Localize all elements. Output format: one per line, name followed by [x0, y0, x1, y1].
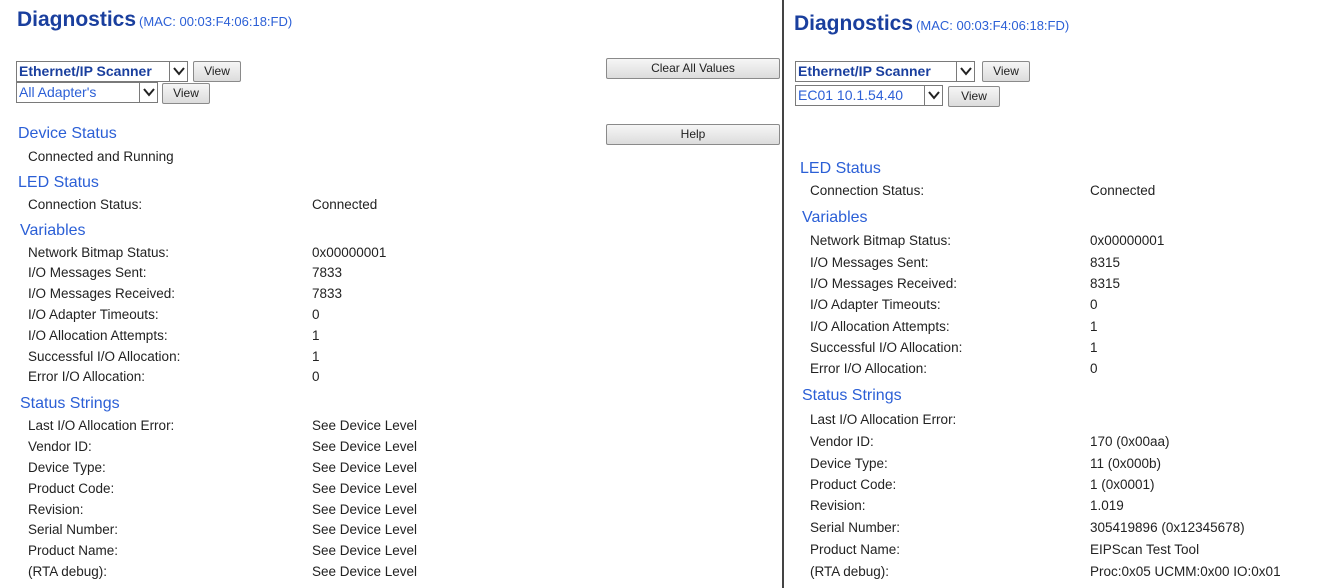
adapter-select[interactable]: EC01 10.1.54.40 — [795, 85, 943, 106]
scanner-view-button[interactable]: View — [982, 61, 1030, 82]
field-label: Revision: — [28, 502, 84, 517]
adapter-select[interactable]: All Adapter's — [16, 82, 158, 103]
field-label: Successful I/O Allocation: — [28, 349, 181, 364]
title-text: Diagnostics — [17, 8, 137, 31]
adapter-view-button[interactable]: View — [162, 83, 210, 104]
field-value: 1 — [1090, 319, 1098, 334]
mac-address: (MAC: 00:03:F4:06:18:FD) — [139, 14, 293, 29]
field-value: 1 — [1090, 340, 1098, 355]
field-label: Product Code: — [810, 477, 897, 492]
field-label: Last I/O Allocation Error: — [810, 412, 957, 427]
field-label: Serial Number: — [28, 522, 119, 537]
field-value: 0 — [312, 307, 320, 322]
field-value: 1.019 — [1090, 498, 1124, 513]
field-label: Vendor ID: — [810, 434, 874, 449]
field-label: Connection Status: — [810, 183, 925, 198]
field-value: 1 (0x0001) — [1090, 477, 1155, 492]
page-title: Diagnostics (MAC: 00:03:F4:06:18:FD) — [17, 8, 292, 32]
field-value: 7833 — [312, 265, 343, 280]
field-label: I/O Adapter Timeouts: — [28, 307, 159, 322]
field-label: Network Bitmap Status: — [28, 245, 170, 260]
field-value: See Device Level — [312, 522, 418, 537]
chevron-down-icon[interactable] — [139, 83, 157, 102]
help-button[interactable]: Help — [606, 124, 780, 145]
scanner-select[interactable]: Ethernet/IP Scanner — [16, 61, 188, 82]
field-value: 0x00000001 — [1090, 233, 1165, 248]
field-label: Device Type: — [810, 456, 888, 471]
field-label: Network Bitmap Status: — [810, 233, 952, 248]
field-label: I/O Allocation Attempts: — [810, 319, 950, 334]
field-value: 8315 — [1090, 276, 1121, 291]
field-label: I/O Messages Received: — [810, 276, 958, 291]
left-diagnostics-panel: Diagnostics (MAC: 00:03:F4:06:18:FD) Ethe… — [0, 0, 784, 588]
page-title: Diagnostics (MAC: 00:03:F4:06:18:FD) — [794, 12, 1069, 36]
adapter-select-value: EC01 10.1.54.40 — [798, 87, 904, 103]
field-label: Revision: — [810, 498, 866, 513]
adapter-view-button[interactable]: View — [948, 86, 1000, 107]
scanner-view-button[interactable]: View — [193, 61, 241, 82]
field-value: 7833 — [312, 286, 343, 301]
scanner-select[interactable]: Ethernet/IP Scanner — [795, 61, 975, 82]
clear-all-values-button[interactable]: Clear All Values — [606, 58, 780, 79]
field-label: Product Code: — [28, 481, 115, 496]
field-label: Connection Status: — [28, 197, 143, 212]
scanner-select-value: Ethernet/IP Scanner — [798, 63, 931, 79]
field-value: 1 — [312, 349, 320, 364]
field-value: See Device Level — [312, 502, 418, 517]
field-value: 11 (0x000b) — [1090, 456, 1162, 471]
right-diagnostics-panel: Diagnostics (MAC: 00:03:F4:06:18:FD) Ethe… — [788, 0, 1331, 588]
field-label: I/O Allocation Attempts: — [28, 328, 168, 343]
field-value: See Device Level — [312, 439, 418, 454]
led-status-heading: LED Status — [18, 174, 99, 191]
variables-heading: Variables — [802, 209, 868, 226]
chevron-down-icon[interactable] — [956, 62, 974, 81]
field-value: Connected — [1090, 183, 1156, 198]
field-value: 8315 — [1090, 255, 1121, 270]
device-status-text: Connected and Running — [28, 149, 174, 164]
device-status-heading: Device Status — [18, 125, 117, 142]
field-value: 305419896 (0x12345678) — [1090, 520, 1245, 535]
title-text: Diagnostics — [794, 12, 914, 35]
field-value: 0 — [312, 369, 320, 384]
field-label: Product Name: — [810, 542, 901, 557]
field-label: Serial Number: — [810, 520, 901, 535]
field-label: Product Name: — [28, 543, 119, 558]
field-value: 0 — [1090, 361, 1098, 376]
mac-address: (MAC: 00:03:F4:06:18:FD) — [916, 18, 1070, 33]
field-value: See Device Level — [312, 564, 418, 579]
field-label: (RTA debug): — [810, 564, 890, 579]
field-label: Last I/O Allocation Error: — [28, 418, 175, 433]
field-label: Error I/O Allocation: — [28, 369, 146, 384]
scanner-select-value: Ethernet/IP Scanner — [19, 63, 152, 79]
field-value: EIPScan Test Tool — [1090, 542, 1200, 557]
field-value: See Device Level — [312, 481, 418, 496]
variables-heading: Variables — [20, 222, 86, 239]
chevron-down-icon[interactable] — [169, 62, 187, 81]
field-label: Vendor ID: — [28, 439, 92, 454]
status-strings-heading: Status Strings — [20, 395, 120, 412]
field-value: 0x00000001 — [312, 245, 387, 260]
field-label: I/O Messages Sent: — [810, 255, 929, 270]
field-label: Device Type: — [28, 460, 106, 475]
field-value: 0 — [1090, 297, 1098, 312]
field-label: I/O Adapter Timeouts: — [810, 297, 941, 312]
adapter-select-value: All Adapter's — [19, 84, 97, 100]
field-value: 1 — [312, 328, 320, 343]
field-value: See Device Level — [312, 460, 418, 475]
field-label: (RTA debug): — [28, 564, 108, 579]
field-label: I/O Messages Sent: — [28, 265, 147, 280]
field-value: See Device Level — [312, 418, 418, 433]
chevron-down-icon[interactable] — [924, 86, 942, 105]
field-value: Connected — [312, 197, 378, 212]
field-label: Error I/O Allocation: — [810, 361, 928, 376]
field-label: Successful I/O Allocation: — [810, 340, 963, 355]
field-value: See Device Level — [312, 543, 418, 558]
status-strings-heading: Status Strings — [802, 387, 902, 404]
field-label: I/O Messages Received: — [28, 286, 176, 301]
led-status-heading: LED Status — [800, 160, 881, 177]
field-value: Proc:0x05 UCMM:0x00 IO:0x01 — [1090, 564, 1281, 579]
field-value: 170 (0x00aa) — [1090, 434, 1170, 449]
